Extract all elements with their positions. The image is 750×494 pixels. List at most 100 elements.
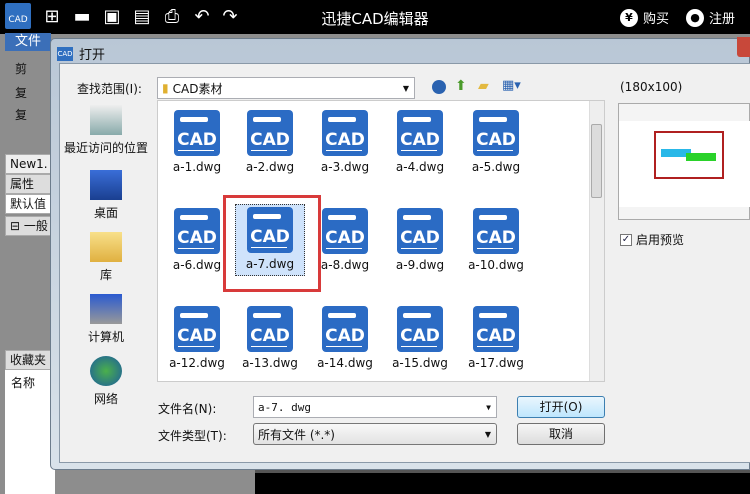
place-label: 桌面 [93,206,118,220]
cad-file-icon: CAD [473,208,519,254]
place-recent[interactable]: 最近访问的位置 [60,105,152,156]
filename-label: 文件名(N): [158,402,217,416]
filetype-label: 文件类型(T): [158,429,227,443]
copy-bmp-item[interactable]: 复 [15,106,27,123]
place-label: 库 [99,268,112,282]
dialog-title: CAD 打开 [57,44,105,63]
file-item[interactable]: CAD a-12.dwg [165,304,229,370]
close-button[interactable] [737,37,750,57]
cad-file-icon: CAD [174,110,220,156]
file-name: a-13.dwg [242,356,298,370]
register-label: 注册 [709,12,736,27]
preview-pane [618,103,750,220]
file-item[interactable]: CAD a-17.dwg [464,304,528,370]
file-item[interactable]: CAD a-6.dwg [165,206,229,272]
chevron-down-icon: ▼ [486,402,491,412]
file-item[interactable]: CAD a-8.dwg [313,206,377,272]
file-name: a-14.dwg [317,356,373,370]
buy-label: 购买 [643,12,670,27]
file-item[interactable]: CAD a-1.dwg [165,108,229,174]
checkbox-checked-icon: ✓ [620,233,632,246]
doc-tab[interactable]: New1. [5,154,53,174]
file-item[interactable]: CAD a-14.dwg [313,304,377,370]
cad-file-icon: CAD [322,110,368,156]
file-name: a-4.dwg [395,160,445,174]
place-computer[interactable]: 计算机 [60,294,152,345]
file-item[interactable]: CAD a-15.dwg [388,304,452,370]
enable-preview-label: 启用预览 [636,233,685,247]
cad-file-icon: CAD [397,306,443,352]
file-item[interactable]: CAD a-9.dwg [388,206,452,272]
desktop-icon [90,170,122,200]
place-label: 最近访问的位置 [63,141,148,155]
file-name: a-2.dwg [245,160,295,174]
title-bar: CAD ⊞ ▬ ▣ ▤ ⎙ ↶ ↷ 迅捷CAD编辑器 ¥ 购买 ● 注册 [0,0,750,34]
file-item[interactable]: CAD a-4.dwg [388,108,452,174]
file-name: a-17.dwg [468,356,524,370]
look-in-combo[interactable]: ▮ CAD素材 ▼ [157,77,415,99]
cad-file-icon: CAD [397,208,443,254]
defaults-select[interactable]: 默认值 [5,194,53,214]
view-menu-icon[interactable]: ▦▾ [502,78,521,93]
register-button[interactable]: ● 注册 [686,8,735,27]
library-icon [90,232,122,262]
cad-file-icon: CAD [174,208,220,254]
file-name: a-5.dwg [471,160,521,174]
properties-header: 属性 [5,174,53,194]
place-label: 计算机 [87,330,124,344]
open-button[interactable]: 打开(O) [517,396,605,418]
filetype-select[interactable]: 所有文件 (*.*) ▼ [253,423,497,445]
cad-file-icon: CAD [322,208,368,254]
place-desktop[interactable]: 桌面 [60,170,152,221]
dialog-title-text: 打开 [79,48,106,63]
favorites-list: 名称 [5,370,55,494]
copy-emf-item[interactable]: 复 [15,84,27,101]
look-in-label: 查找范围(I): [77,82,142,96]
file-item[interactable]: CAD a-3.dwg [313,108,377,174]
filename-input[interactable]: a-7. dwg ▼ [253,396,497,418]
cad-file-icon: CAD [473,306,519,352]
new-folder-icon[interactable]: ▰ [478,78,489,94]
place-library[interactable]: 库 [60,232,152,283]
filetype-value: 所有文件 (*.*) [258,427,335,442]
file-item[interactable]: CAD a-10.dwg [464,206,528,272]
buy-button[interactable]: ¥ 购买 [620,8,669,27]
back-icon[interactable] [432,80,446,94]
preview-frame [654,131,724,179]
file-name: a-9.dwg [395,258,445,272]
chevron-down-icon: ▼ [484,429,491,439]
file-tab[interactable]: 文件 [5,33,51,51]
file-name: a-1.dwg [172,160,222,174]
recent-icon [90,105,122,135]
cad-icon: CAD [57,46,73,61]
file-name: a-15.dwg [392,356,448,370]
name-column: 名称 [11,376,36,390]
file-item[interactable]: CAD a-13.dwg [238,304,302,370]
preview-size: (180x100) [620,80,683,94]
file-name: a-6.dwg [172,258,222,272]
folder-icon: ▮ [162,81,169,95]
cad-file-icon: CAD [174,306,220,352]
file-name: a-10.dwg [468,258,524,272]
cad-file-icon: CAD [322,306,368,352]
place-label: 网络 [93,392,118,406]
cancel-button[interactable]: 取消 [517,423,605,445]
cut-item[interactable]: 剪 [15,60,27,77]
scrollbar-thumb[interactable] [591,124,602,198]
chevron-down-icon: ▼ [402,83,409,93]
file-item[interactable]: CAD a-2.dwg [238,108,302,174]
cad-file-icon: CAD [397,110,443,156]
up-folder-icon[interactable]: ⬆ [455,78,467,94]
selection-highlight-box [223,195,321,292]
places-bar: 最近访问的位置 桌面 库 计算机 网络 [60,100,152,462]
file-name: a-12.dwg [169,356,225,370]
enable-preview-checkbox[interactable]: ✓ 启用预览 [620,231,684,248]
user-icon: ● [686,8,704,27]
cad-file-icon: CAD [247,110,293,156]
network-icon [90,356,122,386]
place-network[interactable]: 网络 [60,356,152,407]
drawing-canvas[interactable] [255,470,750,494]
cad-file-icon: CAD [247,306,293,352]
general-group[interactable]: ⊟ 一般 [5,216,53,236]
file-item[interactable]: CAD a-5.dwg [464,108,528,174]
